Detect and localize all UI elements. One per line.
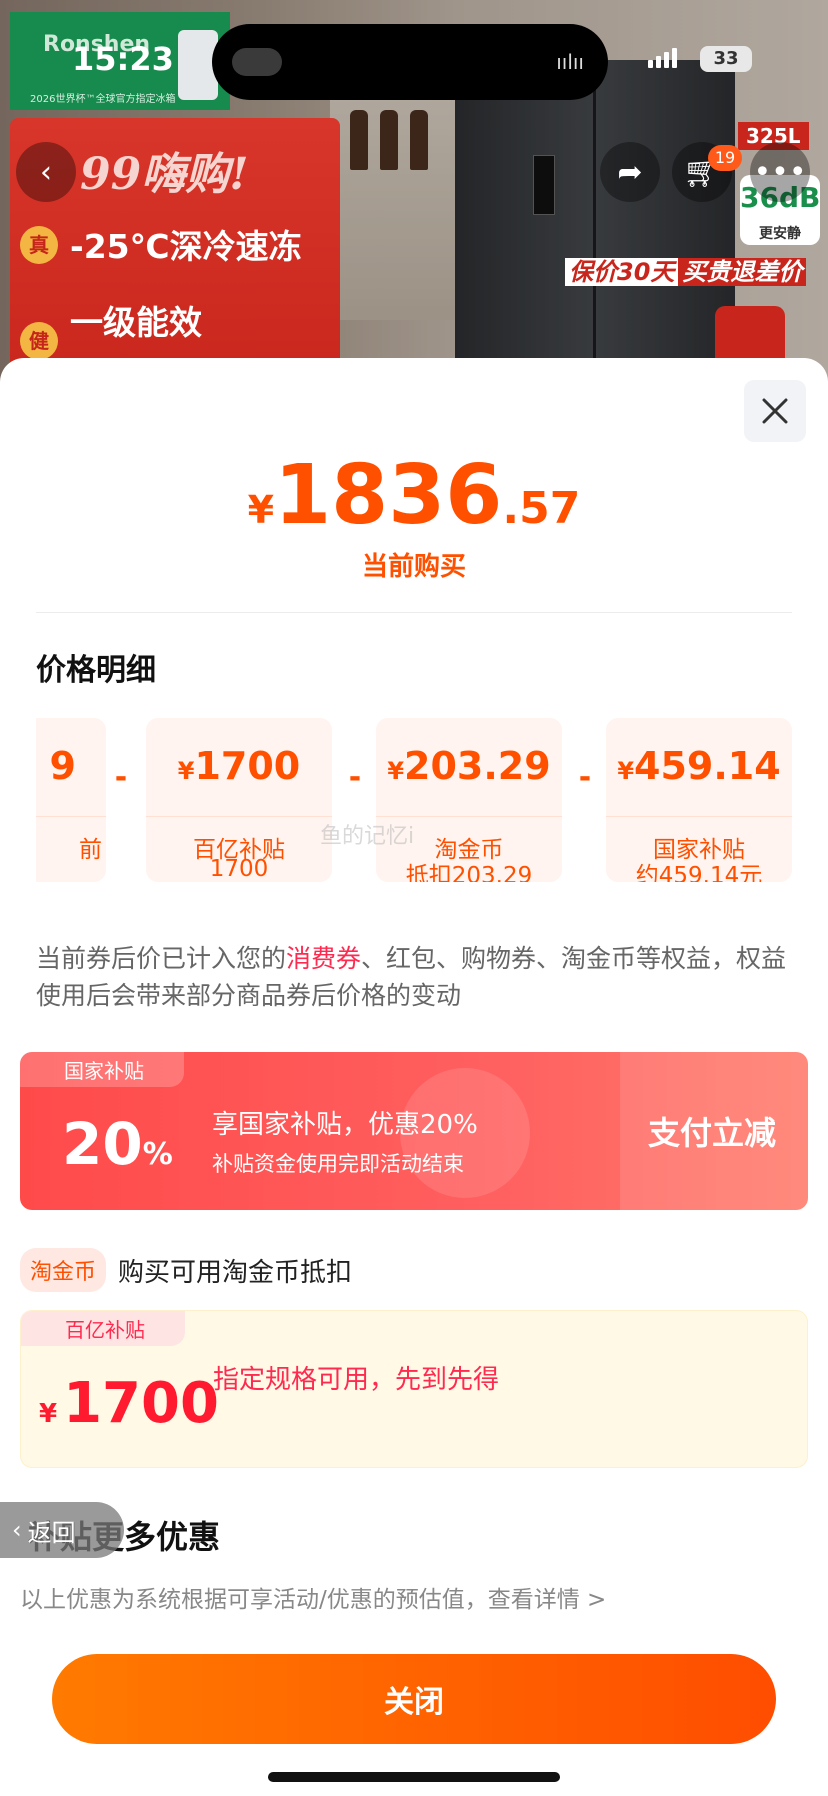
share-button[interactable]: ➦ <box>600 142 660 202</box>
home-indicator <box>268 1772 560 1782</box>
breakdown-detail: 抵扣203.29 <box>405 863 533 882</box>
subsidy-condition: 指定规格可用，先到先得 <box>213 1365 500 1395</box>
breakdown-detail: 约459.14元 <box>635 863 763 882</box>
national-subsidy-card[interactable]: 国家补贴 20% 享国家补贴，优惠20% 补贴资金使用完即活动结束 支付立减 <box>20 1052 808 1210</box>
breakdown-card: ¥203.29 淘金币 抵扣203.29 <box>376 718 562 882</box>
minus-sign: - <box>348 760 362 795</box>
current-price: ¥1836.57 <box>0 448 828 543</box>
promo-title: 99嗨购! <box>80 149 249 200</box>
breakdown-card: 9 前 <box>36 718 106 882</box>
breakdown-detail: 1700 <box>209 856 269 882</box>
breakdown-label: 前 <box>79 837 102 863</box>
percent-sign: % <box>142 1137 173 1172</box>
price-detail-sheet: ¥1836.57 当前购买 价格明细 9 前 - ¥1700 百亿补贴 1700… <box>0 358 828 1796</box>
chevron-left-icon: ‹ <box>12 1516 22 1544</box>
breakdown-card: ¥1700 百亿补贴 1700 <box>146 718 332 882</box>
status-time: 15:23 <box>72 40 174 78</box>
floating-back-button[interactable]: ‹ 返回 <box>0 1502 124 1558</box>
breakdown-card: ¥459.14 国家补贴 约459.14元 <box>606 718 792 882</box>
coupon-link[interactable]: 消费券 <box>286 944 361 973</box>
amount: 203.29 <box>404 744 551 788</box>
breakdown-amount: 9 <box>49 744 76 788</box>
feature-text: 一级能效 <box>70 303 202 342</box>
close-sheet-button[interactable] <box>744 380 806 442</box>
noise-label: 更安静 <box>759 226 801 242</box>
dynamic-island: ıılıı <box>212 24 608 100</box>
currency: ¥ <box>387 757 405 785</box>
battery-icon: 33 <box>700 46 752 72</box>
note-text: 当前券后价已计入您的 <box>36 944 287 973</box>
amount: 1700 <box>63 1371 219 1436</box>
amount: 459.14 <box>634 744 781 788</box>
minus-sign: - <box>114 760 128 795</box>
camera-icon <box>232 48 282 76</box>
guarantee-b: 买贵退差价 <box>678 258 807 286</box>
share-icon: ➦ <box>617 154 643 190</box>
subsidy-tag: 百亿补贴 <box>21 1311 185 1346</box>
subsidy-percent: 20% <box>62 1110 173 1178</box>
minus-sign: - <box>578 760 592 795</box>
percent-value: 20 <box>62 1110 143 1178</box>
more-button[interactable]: ••• <box>750 142 810 202</box>
price-guarantee: 保价30天 买贵退差价 <box>565 252 807 287</box>
brand-subtitle: 2026世界杯™全球官方指定冰箱 <box>30 94 176 105</box>
audio-wave-icon: ıılıı <box>556 50 584 74</box>
price-decimal: .57 <box>502 483 581 534</box>
feature-badge: 真 <box>20 226 58 264</box>
cart-count-badge: 19 <box>708 145 742 171</box>
subsidy-amount: ¥1700 <box>39 1371 219 1436</box>
price-note: 当前券后价已计入您的消费券、红包、购物券、淘金币等权益，权益使用后会带来部分商品… <box>36 940 796 1014</box>
close-icon <box>762 398 788 424</box>
subsidy-tag: 国家补贴 <box>20 1052 184 1087</box>
subsidy-subtitle: 补贴资金使用完即活动结束 <box>212 1152 464 1176</box>
currency: ¥ <box>617 757 635 785</box>
price-breakdown-scroller[interactable]: 9 前 - ¥1700 百亿补贴 1700 - ¥203.29 淘金币 抵扣20… <box>36 718 828 882</box>
breakdown-amount: ¥459.14 <box>606 744 792 788</box>
coin-tag: 淘金币 <box>20 1248 107 1292</box>
price-currency: ¥ <box>247 488 275 532</box>
divider <box>36 612 792 613</box>
pay-discount-label: 支付立减 <box>648 1114 777 1152</box>
chevron-left-icon: ‹ <box>40 154 52 190</box>
close-button[interactable]: 关闭 <box>52 1654 776 1744</box>
billion-subsidy-card[interactable]: 百亿补贴 ¥1700 指定规格可用，先到先得 <box>20 1310 808 1468</box>
section-title: 价格明细 <box>36 653 156 688</box>
amount: 1700 <box>194 744 301 788</box>
signal-icon <box>648 46 677 68</box>
breakdown-amount: ¥1700 <box>146 744 332 788</box>
back-label: 返回 <box>27 1518 76 1547</box>
feature-badge: 健 <box>20 322 58 360</box>
disclaimer-link[interactable]: 以上优惠为系统根据可享活动/优惠的预估值，查看详情 > <box>20 1580 606 1614</box>
coin-text: 购买可用淘金币抵扣 <box>118 1257 353 1288</box>
coin-row: 淘金币 购买可用淘金币抵扣 <box>20 1248 352 1292</box>
subsidy-title: 享国家补贴，优惠20% <box>212 1110 478 1140</box>
currency: ¥ <box>177 757 195 785</box>
breakdown-amount: ¥203.29 <box>376 744 562 788</box>
back-button[interactable]: ‹ <box>16 142 76 202</box>
price-integer: 1836 <box>274 448 503 543</box>
watermark: 鱼的记忆i <box>320 824 415 849</box>
guarantee-a: 保价30天 <box>565 258 679 286</box>
price-caption: 当前购买 <box>361 552 466 582</box>
currency: ¥ <box>39 1399 58 1429</box>
feature-text: -25℃深冷速冻 <box>70 227 302 266</box>
more-dots-icon: ••• <box>753 154 807 190</box>
